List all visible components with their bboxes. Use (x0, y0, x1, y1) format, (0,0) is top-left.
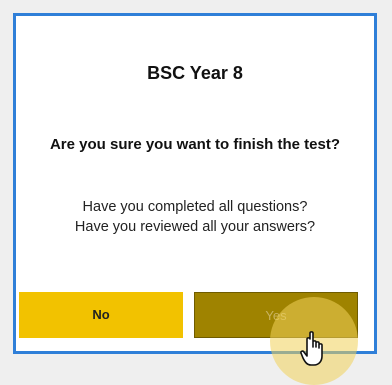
confirm-question: Are you sure you want to finish the test… (49, 136, 341, 153)
check-line-completed: Have you completed all questions? (82, 199, 308, 215)
checklist-text: Have you completed all questions? Have y… (16, 197, 374, 237)
check-line-reviewed: Have you reviewed all your answers? (74, 219, 316, 235)
yes-button[interactable]: Yes (194, 292, 358, 338)
no-button[interactable]: No (19, 292, 183, 338)
dialog-title: BSC Year 8 (147, 63, 243, 83)
